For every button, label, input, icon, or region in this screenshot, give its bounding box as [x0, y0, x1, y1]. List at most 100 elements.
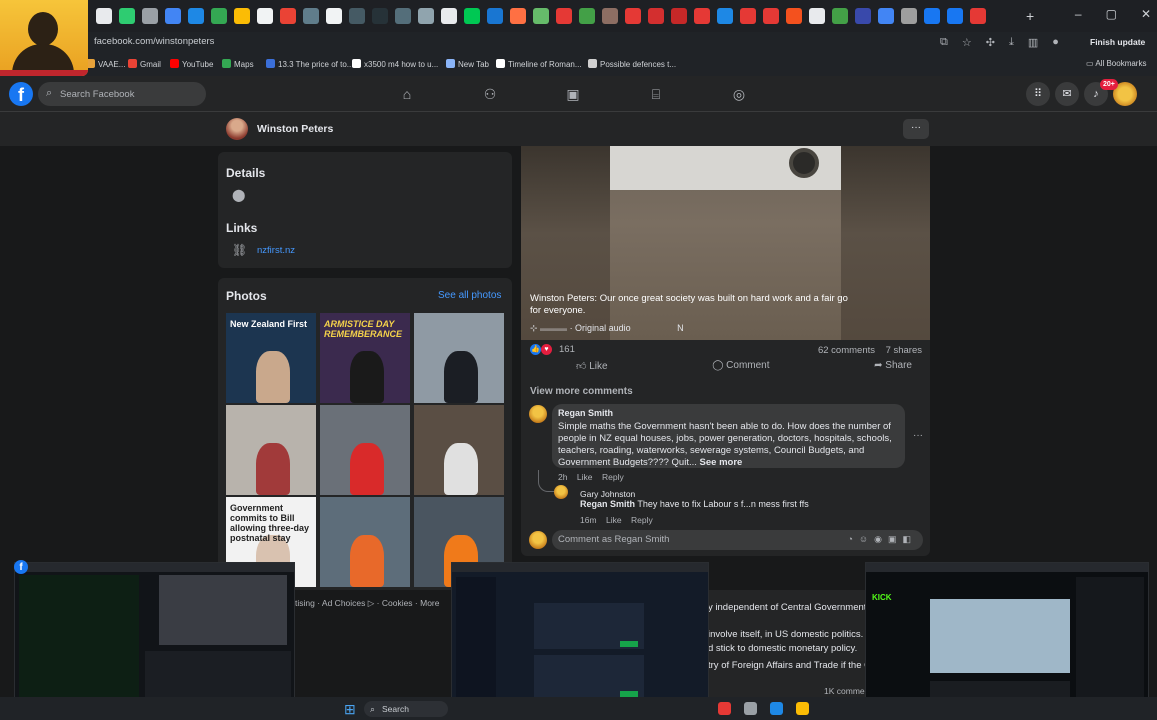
reply-like-link[interactable]: Like — [606, 515, 622, 525]
comment-author[interactable]: Regan Smith — [558, 408, 613, 418]
photo-thumbnail[interactable] — [226, 405, 316, 495]
page-avatar[interactable] — [226, 118, 248, 140]
page-more-button[interactable]: ··· — [903, 119, 929, 139]
marketplace-icon[interactable]: ⌸ — [646, 84, 666, 104]
bookmark-item[interactable]: Gmail — [128, 59, 161, 69]
browser-tab-favicon[interactable] — [188, 8, 204, 24]
browser-tab-favicon[interactable] — [257, 8, 273, 24]
browser-tab-favicon[interactable] — [970, 8, 986, 24]
see-more-link[interactable]: See more — [700, 457, 743, 468]
groups-icon[interactable]: ◎ — [729, 84, 749, 104]
taskbar-settings-icon[interactable] — [744, 702, 757, 715]
browser-tab-favicon[interactable] — [579, 8, 595, 24]
new-tab-icon[interactable]: + — [1026, 8, 1034, 24]
view-more-comments-link[interactable]: View more comments — [530, 386, 633, 397]
browser-tab-favicon[interactable] — [441, 8, 457, 24]
browser-tab-favicon[interactable] — [510, 8, 526, 24]
comment-like-link[interactable]: Like — [577, 472, 593, 482]
browser-tab-favicon[interactable] — [602, 8, 618, 24]
commenter-avatar[interactable] — [529, 405, 547, 423]
bookmark-star-icon[interactable]: ☆ — [962, 36, 972, 49]
extensions-icon[interactable]: ✣ — [986, 36, 995, 49]
browser-tab-favicon[interactable] — [878, 8, 894, 24]
browser-tab-favicon[interactable] — [763, 8, 779, 24]
minimize-icon[interactable]: – — [1075, 7, 1082, 21]
facebook-logo[interactable]: f — [9, 82, 33, 106]
browser-tab-favicon[interactable] — [625, 8, 641, 24]
reply-author[interactable]: Gary Johnston — [580, 489, 635, 499]
photo-thumbnail[interactable]: New Zealand First — [226, 313, 316, 403]
maximize-icon[interactable]: ▢ — [1106, 7, 1117, 21]
reply-mention[interactable]: Regan Smith — [580, 499, 635, 509]
comment-reply-link[interactable]: Reply — [602, 472, 624, 482]
browser-tab-favicon[interactable] — [740, 8, 756, 24]
website-link[interactable]: nzfirst.nz — [257, 245, 295, 256]
page-title[interactable]: Winston Peters — [257, 123, 333, 135]
comment-options-icon[interactable]: ··· — [913, 430, 923, 441]
close-window-icon[interactable]: ✕ — [1141, 7, 1151, 21]
bookmark-item[interactable]: x3500 m4 how to u... — [352, 59, 438, 69]
sidepanel-icon[interactable]: ▥ — [1028, 36, 1038, 49]
reaction-summary[interactable]: 👍 ♥ 161 — [530, 344, 575, 355]
photo-thumbnail[interactable]: ARMISTICE DAY REMEMBERANCE — [320, 313, 410, 403]
windows-start-icon[interactable]: ⊞ — [344, 701, 356, 718]
comment-input[interactable]: Comment as Regan Smith ◔☺◉▣◧ — [552, 530, 923, 550]
comments-count[interactable]: 62 comments — [818, 345, 875, 356]
bookmark-item[interactable]: Maps — [222, 59, 254, 69]
browser-tab-favicon[interactable] — [372, 8, 388, 24]
audio-row[interactable]: ⊹ ▬▬▬ · Original audio N — [530, 323, 684, 334]
photo-thumbnail[interactable] — [320, 497, 410, 587]
search-input[interactable] — [60, 86, 200, 102]
browser-tabs[interactable] — [96, 8, 986, 24]
gif-icon[interactable]: ▣ — [888, 534, 903, 544]
browser-tab-favicon[interactable] — [533, 8, 549, 24]
photo-thumbnail[interactable] — [414, 405, 504, 495]
footer-links[interactable]: tising · Ad Choices ▷ · Cookies · More — [295, 598, 455, 609]
bookmark-item[interactable]: Timeline of Roman... — [496, 59, 582, 69]
browser-tab-favicon[interactable] — [832, 8, 848, 24]
browser-tab-favicon[interactable] — [924, 8, 940, 24]
taskbar-search[interactable]: ⌕ Search — [364, 701, 448, 717]
browser-tab-favicon[interactable] — [326, 8, 342, 24]
comment-button[interactable]: ◯ Comment — [712, 360, 769, 378]
browser-tab-favicon[interactable] — [395, 8, 411, 24]
browser-tab-favicon[interactable] — [556, 8, 572, 24]
photo-thumbnail[interactable] — [320, 405, 410, 495]
video-player[interactable]: Winston Peters: Our once great society w… — [521, 146, 930, 340]
browser-tab-favicon[interactable] — [671, 8, 687, 24]
avatar-sticker-icon[interactable]: ◔ — [847, 534, 858, 544]
browser-tab-favicon[interactable] — [418, 8, 434, 24]
bookmark-item[interactable]: YouTube — [170, 59, 213, 69]
browser-tab-favicon[interactable] — [142, 8, 158, 24]
camera-icon[interactable]: ◉ — [874, 534, 888, 544]
finish-update-button[interactable]: Finish update — [1090, 37, 1145, 47]
sticker-icon[interactable]: ◧ — [902, 534, 917, 544]
browser-tab-favicon[interactable] — [786, 8, 802, 24]
reply-reply-link[interactable]: Reply — [631, 515, 653, 525]
browser-tab-favicon[interactable] — [464, 8, 480, 24]
browser-tab-favicon[interactable] — [280, 8, 296, 24]
url-field[interactable]: facebook.com/winstonpeters — [94, 36, 214, 47]
browser-tab-favicon[interactable] — [119, 8, 135, 24]
browser-tab-favicon[interactable] — [211, 8, 227, 24]
reply-avatar[interactable] — [554, 485, 568, 499]
browser-tab-favicon[interactable] — [648, 8, 664, 24]
browser-tab-favicon[interactable] — [487, 8, 503, 24]
browser-tab-favicon[interactable] — [901, 8, 917, 24]
emoji-icon[interactable]: ☺ — [859, 534, 874, 544]
browser-tab-favicon[interactable] — [717, 8, 733, 24]
photo-thumbnail[interactable] — [414, 313, 504, 403]
facebook-search[interactable]: ⌕ — [38, 82, 206, 106]
bookmark-item[interactable]: Possible defences t... — [588, 59, 676, 69]
like-button[interactable]: 👍︎ Like — [576, 360, 608, 378]
see-all-photos-link[interactable]: See all photos — [438, 290, 501, 301]
home-icon[interactable]: ⌂ — [397, 84, 417, 104]
browser-tab-favicon[interactable] — [947, 8, 963, 24]
taskbar-folder-icon[interactable] — [796, 702, 809, 715]
menu-grid-icon[interactable]: ⠿ — [1026, 82, 1050, 106]
bookmark-item[interactable]: 13.3 The price of to... — [266, 59, 353, 69]
preview-window-editor[interactable] — [451, 562, 709, 710]
second-post-comments[interactable]: 1K comme — [824, 686, 865, 696]
video-icon[interactable]: ▣ — [563, 84, 583, 104]
browser-tab-favicon[interactable] — [809, 8, 825, 24]
